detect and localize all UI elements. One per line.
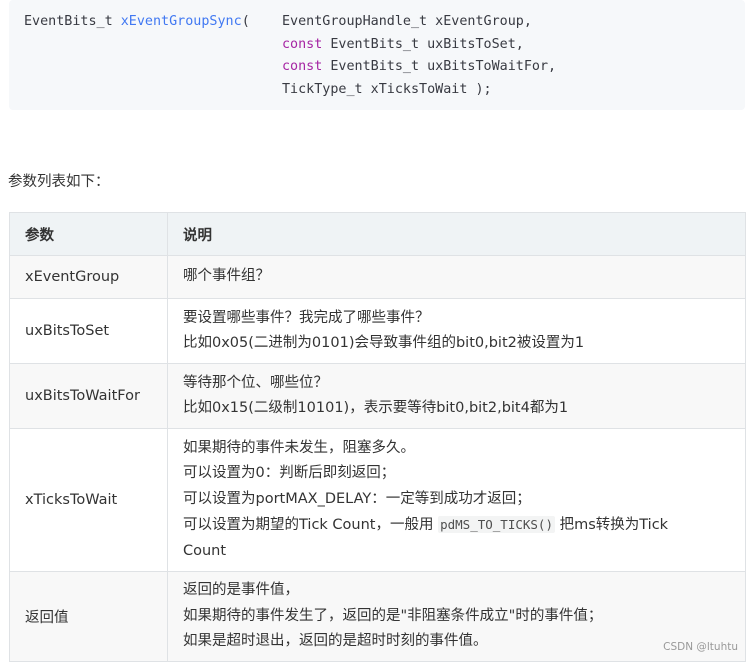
code-token: ( EventGroupHandle_t xEventGroup,: [241, 14, 532, 29]
param-name: 返回值: [9, 571, 168, 662]
param-description: 如果期待的事件未发生，阻塞多久。 可以设置为0：判断后即刻返回； 可以设置为port…: [167, 428, 746, 572]
table-row: 返回值 返回的是事件值， 如果期待的事件发生了，返回的是"非阻塞条件成立"时的事件值…: [9, 571, 746, 662]
text-segment: 把ms转换为Tick: [554, 517, 669, 534]
code-token: EventBits_t uxBitsToWaitFor,: [330, 59, 557, 75]
intro-text: 参数列表如下：: [8, 174, 110, 190]
param-name: xEventGroup: [9, 255, 168, 299]
param-name: xTicksToWait: [9, 428, 168, 572]
code-line: TickType_t xTicksToWait );: [24, 79, 745, 102]
table-row: xTicksToWait 如果期待的事件未发生，阻塞多久。 可以设置为0：判断后即刻…: [9, 428, 746, 572]
params-table: 参数 说明 xEventGroup 哪个事件组？ uxBitsToSet 要设置哪些事…: [9, 212, 746, 662]
param-description: 等待那个位、哪些位？ 比如0x15(二级制10101)，表示要等待bit0,bit…: [167, 363, 746, 429]
param-description: 哪个事件组？: [167, 255, 746, 299]
description-line: 比如0x15(二级制10101)，表示要等待bit0,bit2,bit4都为1: [183, 400, 569, 416]
description-line: 如果期待的事件发生了，返回的是"非阻塞条件成立"时的事件值；: [183, 607, 603, 624]
description-line: 可以设置为portMAX_DELAY：一定等到成功才返回；: [183, 490, 531, 507]
watermark: CSDN @ltuhtu: [663, 641, 738, 653]
description-line: 比如0x05(二进制为0101)会导致事件组的bit0,bit2被设置为1: [183, 335, 585, 351]
code-block: EventBits_t xEventGroupSync( EventGroupH…: [9, 0, 745, 110]
header-param: 参数: [9, 212, 168, 256]
param-name: uxBitsToWaitFor: [9, 363, 168, 429]
description-line: 等待那个位、哪些位？: [183, 374, 328, 391]
header-desc: 说明: [167, 212, 746, 256]
table-row: uxBitsToSet 要设置哪些事件？我完成了哪些事件？ 比如0x05(二进制为0…: [9, 298, 746, 364]
code-token: EventBits_t: [24, 14, 121, 29]
code-line: EventBits_t xEventGroupSync( EventGroupH…: [24, 11, 745, 34]
description-line: 可以设置为期望的Tick Count，一般用 pdMS_TO_TICKS() 把…: [183, 512, 730, 539]
description-line: 如果期待的事件未发生，阻塞多久。: [183, 439, 415, 456]
description-line: 要设置哪些事件？我完成了哪些事件？: [183, 309, 430, 326]
param-description: 要设置哪些事件？我完成了哪些事件？ 比如0x05(二进制为0101)会导致事件组的…: [167, 298, 746, 364]
code-token: EventBits_t uxBitsToSet,: [330, 36, 524, 52]
code-line: const EventBits_t uxBitsToSet,: [24, 34, 745, 57]
text-segment: 可以设置为期望的Tick Count，一般用: [183, 517, 439, 534]
description-line: 如果是超时退出，返回的是超时时刻的事件值。: [183, 633, 488, 650]
code-token: TickType_t xTicksToWait );: [24, 82, 492, 98]
inline-code: pdMS_TO_TICKS(): [438, 516, 555, 534]
code-line: const EventBits_t uxBitsToWaitFor,: [24, 56, 745, 79]
code-token: const: [24, 59, 331, 75]
code-token: const: [24, 36, 331, 52]
description-line: 哪个事件组？: [183, 268, 270, 285]
description-line: 可以设置为0：判断后即刻返回；: [183, 465, 396, 482]
table-row: uxBitsToWaitFor 等待那个位、哪些位？ 比如0x15(二级制10101…: [9, 363, 746, 429]
description-line: Count: [183, 542, 227, 559]
param-description: 返回的是事件值， 如果期待的事件发生了，返回的是"非阻塞条件成立"时的事件值； 如果…: [167, 571, 746, 662]
description-line: 返回的是事件值，: [183, 582, 299, 599]
code-token: xEventGroupSync: [120, 14, 242, 29]
param-name: uxBitsToSet: [9, 298, 168, 364]
table-header-row: 参数 说明: [9, 212, 746, 256]
table-row: xEventGroup 哪个事件组？: [9, 255, 746, 299]
